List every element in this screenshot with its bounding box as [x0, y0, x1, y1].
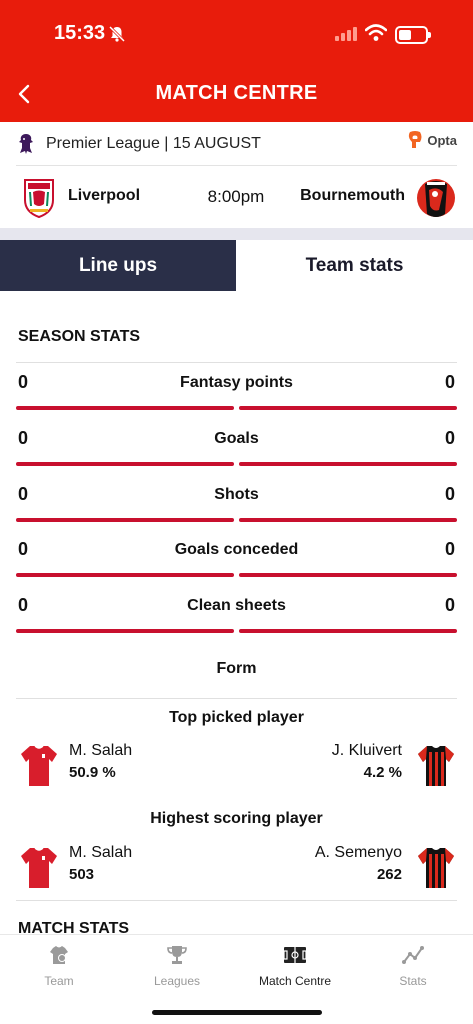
tab-label: Leagues: [153, 974, 201, 988]
highest-scoring-home-player: M. Salah 503: [20, 844, 220, 892]
chart-icon: [402, 946, 424, 964]
tab-leagues[interactable]: Leagues: [118, 943, 236, 988]
wifi-icon: [365, 24, 387, 41]
signal-icon: [335, 27, 357, 41]
separator-band: [0, 228, 473, 240]
league-row: Premier League | 15 AUGUST Opta: [16, 122, 457, 166]
stat-row-goals-conceded: 0 Goals conceded 0: [16, 531, 457, 586]
home-stat-bar: [16, 406, 234, 410]
away-team-name: Bournemouth: [300, 187, 405, 204]
tab-lineups[interactable]: Line ups: [0, 240, 236, 291]
player-pick-percent: 50.9 %: [69, 764, 116, 781]
stat-label: Goals conceded: [174, 541, 299, 558]
player-points: 262: [376, 866, 402, 883]
player-name: M. Salah: [69, 742, 133, 759]
home-stat-bar: [16, 518, 234, 522]
bournemouth-shirt-icon: [418, 848, 454, 888]
tab-bar: Line ups Team stats: [0, 240, 473, 291]
trophy-icon: [167, 946, 187, 964]
tab-team[interactable]: Team: [0, 943, 118, 988]
tab-match-centre[interactable]: Match Centre: [236, 943, 354, 988]
away-stat-value: 0: [444, 539, 455, 559]
bell-off-icon: [108, 25, 126, 43]
home-stat-bar: [16, 573, 234, 577]
form-title: Form: [216, 660, 257, 677]
divider: [16, 362, 457, 363]
opta-icon: [409, 131, 422, 148]
highest-scoring-away-player: A. Semenyo 262: [255, 844, 455, 892]
page-title: MATCH CENTRE: [155, 82, 318, 104]
away-stat-value: 0: [444, 428, 455, 448]
divider: [16, 698, 457, 699]
opta-logo: Opta: [407, 130, 457, 150]
divider: [16, 900, 457, 901]
home-stat-bar: [16, 629, 234, 633]
liverpool-crest-icon: [24, 179, 54, 218]
season-stats-title: SEASON STATS: [18, 328, 141, 345]
bournemouth-crest-icon: [417, 179, 455, 217]
away-stat-value: 0: [444, 484, 455, 504]
match-header: Liverpool 8:00pm Bournemouth: [16, 166, 457, 230]
player-name: A. Semenyo: [314, 844, 402, 861]
top-picked-title: Top picked player: [169, 709, 304, 726]
player-name: J. Kluivert: [331, 742, 402, 759]
away-stat-bar: [239, 518, 457, 522]
stat-row-goals: 0 Goals 0: [16, 420, 457, 475]
liverpool-shirt-icon: [21, 745, 57, 786]
opta-label: Opta: [427, 132, 457, 148]
app-header: 15:33 MATCH CENTRE: [0, 0, 473, 122]
tab-label: Stats: [399, 974, 427, 988]
league-date: Premier League | 15 AUGUST: [46, 134, 261, 152]
tab-team-stats[interactable]: Team stats: [236, 240, 473, 291]
top-picked-away-player: J. Kluivert 4.2 %: [255, 742, 455, 790]
away-stat-bar: [239, 629, 457, 633]
home-indicator: [152, 1010, 322, 1015]
away-stat-bar: [239, 573, 457, 577]
top-picked-home-player: M. Salah 50.9 %: [20, 742, 220, 790]
stat-row-clean-sheets: 0 Clean sheets 0: [16, 587, 457, 642]
highest-scoring-title: Highest scoring player: [150, 810, 323, 827]
stat-label: Goals: [214, 430, 259, 447]
tab-stats[interactable]: Stats: [354, 943, 472, 988]
away-stat-bar: [239, 406, 457, 410]
tab-label: Team: [44, 974, 74, 988]
stat-row-shots: 0 Shots 0: [16, 476, 457, 531]
tab-label: Match Centre: [258, 974, 332, 988]
battery-icon: [395, 26, 431, 44]
pitch-icon: [283, 947, 307, 963]
home-stat-bar: [16, 462, 234, 466]
liverpool-shirt-icon: [21, 847, 57, 888]
away-stat-value: 0: [444, 372, 455, 392]
away-stat-value: 0: [444, 595, 455, 615]
kickoff-time: 8:00pm: [207, 187, 265, 206]
stat-label: Fantasy points: [180, 374, 293, 391]
bournemouth-shirt-icon: [418, 746, 454, 786]
player-pick-percent: 4.2 %: [363, 764, 402, 781]
stat-row-fantasy-points: 0 Fantasy points 0: [16, 364, 457, 419]
player-name: M. Salah: [69, 844, 133, 861]
away-stat-bar: [239, 462, 457, 466]
stat-label: Shots: [214, 486, 259, 503]
premier-league-logo-icon: [19, 133, 33, 154]
status-time: 15:33: [54, 22, 106, 44]
stat-label: Clean sheets: [187, 597, 286, 614]
home-team-name: Liverpool: [68, 187, 141, 204]
team-icon: [50, 946, 68, 964]
player-points: 503: [69, 866, 95, 883]
